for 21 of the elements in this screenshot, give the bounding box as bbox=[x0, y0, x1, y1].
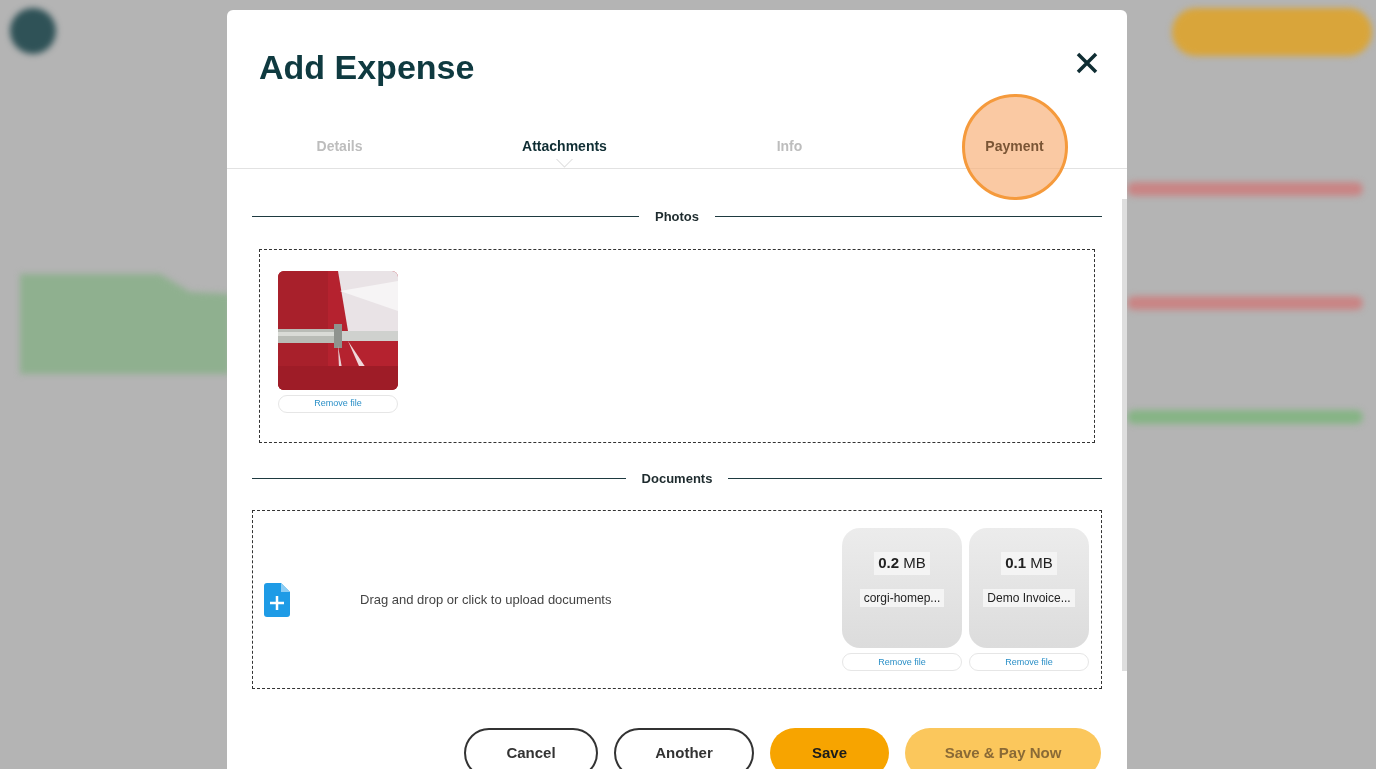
file-size: 0.1 MB bbox=[1001, 552, 1057, 575]
file-name: corgi-homep... bbox=[859, 588, 945, 607]
add-file-icon bbox=[264, 582, 290, 617]
section-heading: Photos bbox=[653, 208, 701, 226]
logo-icon bbox=[10, 8, 56, 54]
close-icon[interactable] bbox=[1075, 50, 1099, 75]
photo-drop-zone[interactable]: Remove file bbox=[259, 248, 1095, 443]
dialog-title: Add Expense bbox=[259, 47, 475, 88]
upload-prompt: Drag and drop or click to upload documents bbox=[360, 590, 613, 609]
file-size: 0.2 MB bbox=[874, 552, 930, 575]
remove-file-button[interactable]: Remove file bbox=[278, 394, 398, 413]
dialog-button[interactable]: Cancel bbox=[464, 728, 598, 769]
tab[interactable]: Attachments bbox=[518, 125, 611, 168]
section-heading: Documents bbox=[640, 469, 714, 488]
remove-file-button[interactable]: Remove file bbox=[969, 653, 1089, 671]
dialog-button[interactable]: Save bbox=[770, 728, 889, 769]
document-drop-zone[interactable]: Drag and drop or click to upload documents 0.2 MB corgi-homep... Remove file 0.1 MB Demo Invoice... Remove file bbox=[252, 510, 1102, 689]
file-name: Demo Invoice... bbox=[983, 588, 1075, 607]
dialog-button[interactable]: Another bbox=[614, 728, 754, 769]
tab[interactable]: Payment bbox=[981, 125, 1048, 168]
remove-file-button[interactable]: Remove file bbox=[842, 653, 962, 671]
